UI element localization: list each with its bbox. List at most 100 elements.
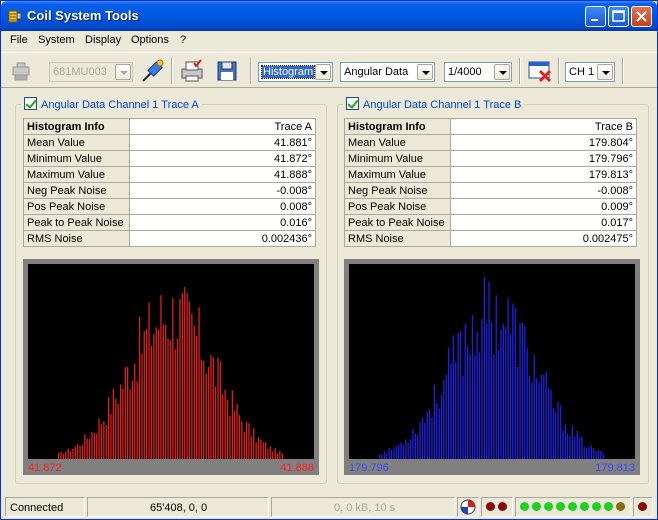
histogram-bar — [160, 294, 162, 459]
menu-system[interactable]: System — [38, 34, 75, 46]
toolbar: 681MU003 Histogram Angular Data 1/4000 C… — [1, 52, 657, 88]
histogram-bar — [424, 422, 426, 459]
minimize-icon — [591, 19, 598, 21]
status-led — [638, 502, 647, 511]
histogram-bar — [148, 302, 150, 459]
histogram-bar — [207, 367, 210, 459]
histogram-bar — [421, 418, 424, 459]
histogram-bar — [243, 431, 245, 459]
table-header-row: Histogram Info Trace B — [344, 118, 637, 135]
rate-combo[interactable]: 1/4000 — [444, 62, 512, 82]
table-row: Neg Peak Noise -0.008° — [344, 182, 637, 199]
trace-b-histogram-bars — [379, 276, 604, 459]
histogram-bar — [538, 382, 540, 459]
trace-b-info-table: Histogram Info Trace B Mean Value 179.804… — [344, 118, 637, 247]
connect-plug-icon[interactable] — [9, 57, 37, 85]
maximize-button[interactable] — [608, 6, 629, 27]
device-combo[interactable]: 681MU003 — [49, 62, 133, 82]
menu-help[interactable]: ? — [180, 34, 186, 46]
table-header-trace: Trace A — [129, 118, 316, 135]
histogram-bar — [581, 436, 583, 459]
histogram-bar — [281, 453, 283, 459]
histogram-bar — [153, 334, 155, 459]
channel-combo[interactable]: CH 1 — [565, 62, 615, 82]
histogram-bar — [60, 451, 62, 459]
menu-display[interactable]: Display — [85, 34, 121, 46]
chevron-down-icon[interactable] — [315, 64, 331, 80]
row-label: RMS Noise — [23, 230, 130, 247]
status-transfer: 0, 0 kB, 10 s — [271, 497, 455, 517]
histogram-bar — [559, 405, 562, 459]
histogram-bar — [138, 316, 141, 459]
histogram-bar — [98, 418, 100, 459]
histogram-bar — [265, 442, 267, 459]
histogram-bar — [253, 427, 255, 459]
histogram-bar — [555, 412, 557, 459]
histogram-bar — [91, 432, 93, 459]
menu-options[interactable]: Options — [131, 34, 169, 46]
histogram-bar — [226, 399, 229, 459]
chevron-down-icon[interactable] — [417, 64, 433, 80]
table-row: Maximum Value 41.888° — [23, 166, 316, 183]
histogram-bar — [231, 390, 233, 459]
toolbar-separator — [171, 58, 173, 84]
histogram-bar — [162, 324, 164, 459]
chevron-down-icon[interactable] — [597, 64, 613, 80]
histogram-bar — [58, 453, 60, 459]
row-value: 41.881° — [129, 134, 316, 151]
table-header-row: Histogram Info Trace A — [23, 118, 316, 135]
histogram-bar — [429, 409, 431, 459]
histogram-bar — [426, 412, 428, 459]
row-value: 0.002475° — [450, 230, 637, 247]
data-type-combo[interactable]: Angular Data — [340, 62, 435, 82]
histogram-bar — [557, 401, 559, 459]
save-icon[interactable] — [213, 57, 241, 85]
histogram-bar — [412, 429, 414, 459]
status-bar: Connected 65'408, 0, 0 0, 0 kB, 10 s — [1, 495, 657, 519]
histogram-bar — [445, 374, 447, 459]
print-icon[interactable] — [178, 57, 206, 85]
histogram-bar — [398, 444, 400, 459]
chevron-down-icon[interactable] — [494, 64, 510, 80]
histogram-bar — [388, 448, 390, 459]
histogram-bar — [493, 354, 495, 459]
trace-b-checkbox[interactable] — [346, 97, 359, 110]
trace-b-title[interactable]: Angular Data Channel 1 Trace B — [343, 97, 525, 113]
histogram-bar — [191, 314, 193, 459]
status-connection: Connected — [5, 497, 85, 517]
histogram-bar — [588, 446, 590, 459]
channel-combo-value: CH 1 — [569, 66, 595, 78]
histogram-bar — [407, 442, 409, 459]
toolbar-separator — [519, 58, 521, 84]
row-label: Peak to Peak Noise — [344, 214, 451, 231]
status-position: 65'408, 0, 0 — [87, 497, 269, 517]
trace-b-histogram: 179.796 179.813 — [344, 259, 640, 475]
pointer-icon — [460, 499, 476, 515]
trace-a-title[interactable]: Angular Data Channel 1 Trace A — [21, 97, 202, 113]
trace-a-checkbox[interactable] — [24, 97, 37, 110]
table-row: Peak to Peak Noise 0.016° — [23, 214, 316, 231]
histogram-bar — [67, 448, 69, 459]
histogram-bar — [524, 326, 526, 459]
minimize-button[interactable] — [585, 6, 606, 27]
trace-a-title-text: Angular Data Channel 1 Trace A — [41, 99, 199, 111]
histogram-bar — [474, 355, 476, 459]
row-label: Mean Value — [23, 134, 130, 151]
histogram-bar — [578, 437, 581, 459]
histogram-bar — [267, 448, 269, 459]
trace-a-max-label: 41.888 — [280, 462, 314, 474]
mode-combo[interactable]: Histogram — [258, 62, 333, 82]
histogram-bar — [146, 329, 148, 459]
histogram-bar — [481, 319, 483, 459]
histogram-bar — [248, 423, 250, 459]
clear-icon[interactable] — [526, 57, 554, 85]
row-label: RMS Noise — [344, 230, 451, 247]
histogram-bar — [464, 324, 466, 459]
row-value: 0.016° — [129, 214, 316, 231]
menu-file[interactable]: File — [10, 34, 28, 46]
histogram-bar — [400, 442, 402, 459]
close-button[interactable] — [631, 6, 652, 27]
probe-icon[interactable] — [139, 57, 167, 85]
chevron-down-icon[interactable] — [115, 64, 131, 80]
histogram-bar — [395, 446, 397, 459]
